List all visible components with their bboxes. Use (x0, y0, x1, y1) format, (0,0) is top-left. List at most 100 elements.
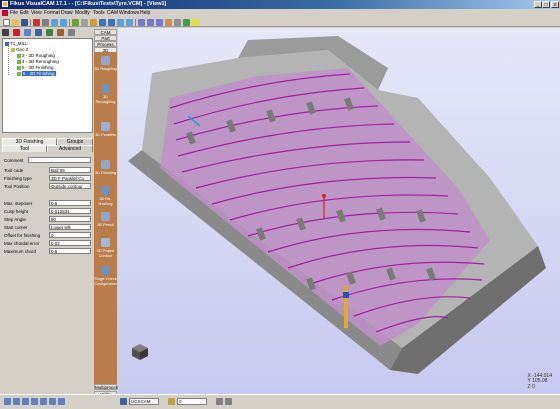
delete-icon[interactable] (13, 29, 20, 36)
tool-holder (343, 292, 349, 298)
menu-file[interactable]: File (10, 10, 18, 16)
tab-3d-finishing[interactable]: 3D Finishing (2, 138, 57, 145)
tree-node-operation-selected[interactable]: 6 - 3D Finishing (17, 71, 56, 76)
operation-icon (17, 53, 21, 58)
step-angle-field[interactable]: 90 (49, 216, 91, 222)
tool-position-select[interactable]: Outside contour (49, 183, 91, 189)
cusp-height-field[interactable]: 0.012531 (49, 208, 91, 214)
menu-modify[interactable]: Modify (75, 10, 90, 16)
copy-icon[interactable] (81, 19, 88, 26)
view-top-icon[interactable] (138, 19, 145, 26)
calculate-icon[interactable] (35, 29, 42, 36)
start-corner-select[interactable]: Lower left (49, 224, 91, 230)
status-track-icon[interactable] (49, 398, 56, 405)
postprocess-icon[interactable] (57, 29, 64, 36)
view-iso-icon[interactable] (156, 19, 163, 26)
comment-field[interactable] (28, 157, 91, 163)
tree-node-tool[interactable]: T1_MILL (5, 41, 28, 46)
settings-icon[interactable] (68, 29, 75, 36)
simulate-icon[interactable] (183, 19, 190, 26)
paste-icon[interactable] (90, 19, 97, 26)
refinishing-icon (101, 186, 110, 195)
parallels-icon (101, 122, 110, 131)
linetype-icon[interactable] (216, 398, 223, 405)
panel-tab-row: 3D Finishing Groups (2, 138, 93, 145)
light-icon[interactable] (192, 19, 199, 26)
maximum-chord-field[interactable]: 0.5 (49, 248, 91, 254)
rotate-icon[interactable] (126, 19, 133, 26)
status-polar-icon[interactable] (31, 398, 38, 405)
reroughing-3d-button[interactable]: 3D Reroughing (94, 82, 117, 116)
menu-tools[interactable]: Tools (93, 10, 105, 16)
check-configuration-icon (101, 266, 110, 275)
status-osnap-icon[interactable] (40, 398, 47, 405)
max-chordal-error-field[interactable]: 0.02 (49, 240, 91, 246)
menu-cam[interactable]: CAM (107, 10, 118, 16)
pan-icon[interactable] (117, 19, 124, 26)
property-max-chordal-error: Max chordal error 0.02 (4, 240, 92, 247)
wireframe-icon[interactable] (174, 19, 181, 26)
check-configuration-button[interactable]: Single Check Configuration (94, 264, 117, 298)
print-icon[interactable] (42, 19, 49, 26)
new-file-icon[interactable] (3, 19, 10, 26)
simulate-op-icon[interactable] (46, 29, 53, 36)
ucs-select[interactable]: UCSCAM (129, 398, 159, 405)
title-bar: Fikus VisualCAM 17.1 - - [C:\Fikus\Tests… (0, 0, 560, 9)
menu-format[interactable]: Format (44, 10, 60, 16)
menu-windows[interactable]: Windows (119, 10, 139, 16)
menu-view[interactable]: View (31, 10, 42, 16)
tab-tool[interactable]: Tool (2, 145, 47, 152)
maximize-button[interactable]: □ (542, 1, 550, 8)
tree-node-operation[interactable]: 3 - 3D Roughing (17, 53, 55, 58)
minimize-button[interactable]: _ (534, 1, 542, 8)
property-step-angle: Step Angle 90 (4, 216, 92, 223)
monitor-icon[interactable] (2, 29, 9, 36)
max-stepover-field[interactable]: 0.5 (49, 200, 91, 206)
coord-z: Z 0 (527, 383, 535, 390)
status-bar: UCSCAM 0 (0, 394, 560, 409)
status-lwt-icon[interactable] (58, 398, 65, 405)
shade-icon[interactable] (165, 19, 172, 26)
status-snap-icon[interactable] (4, 398, 11, 405)
tree-node-geometry[interactable]: Geo 2 (11, 47, 28, 52)
tree-node-operation[interactable]: 5 - 3D Finishing (17, 65, 54, 70)
offset-finishing-field[interactable]: 0 (49, 232, 91, 238)
ucs-icon (120, 398, 127, 405)
open-folder-icon[interactable] (12, 19, 19, 26)
3d-viewport[interactable]: X -144.014 Y 105.08 Z 0 (118, 28, 560, 394)
view-front-icon[interactable] (147, 19, 154, 26)
sidebar-multiprocess[interactable]: Multiprocess (94, 384, 120, 390)
status-grid-icon[interactable] (13, 398, 20, 405)
tool-code-select[interactable]: Ball 05 (49, 167, 91, 173)
project-contour-icon (101, 238, 110, 247)
layer-select[interactable]: 0 (177, 398, 207, 405)
tree-node-operation[interactable]: 4 - 3D Reroughing (17, 59, 59, 64)
close-button[interactable]: x (551, 1, 559, 8)
finishing-type-select[interactable]: 3D F Parallel Cu (49, 175, 91, 181)
finishing-icon (101, 160, 110, 169)
cut-icon[interactable] (72, 19, 79, 26)
property-tool-code: Tool code Ball 05 (4, 167, 92, 174)
roughing-icon (101, 56, 110, 65)
redo-icon[interactable] (60, 19, 67, 26)
menu-help[interactable]: Help (140, 10, 150, 16)
property-cusp-height: Cusp height 0.012531 (4, 208, 92, 215)
undo-icon[interactable] (51, 19, 58, 26)
view-orientation-cube[interactable] (130, 342, 150, 364)
parallels-3d-button[interactable]: 3D Parallels (94, 120, 117, 154)
tab-groups[interactable]: Groups (57, 138, 93, 145)
app-icon (2, 1, 8, 7)
save-icon[interactable] (21, 19, 28, 26)
zoom-icon[interactable] (99, 19, 106, 26)
stop-icon[interactable] (33, 19, 40, 26)
operation-icon (17, 59, 21, 64)
menu-draw[interactable]: Draw (61, 10, 73, 16)
toolbar-separator (30, 19, 31, 26)
tab-advanced[interactable]: Advanced (47, 145, 93, 152)
color-icon[interactable] (225, 398, 232, 405)
status-ortho-icon[interactable] (22, 398, 29, 405)
property-comment: Comment (4, 157, 92, 164)
zoom-fit-icon[interactable] (108, 19, 115, 26)
properties-icon[interactable] (24, 29, 31, 36)
menu-edit[interactable]: Edit (20, 10, 29, 16)
